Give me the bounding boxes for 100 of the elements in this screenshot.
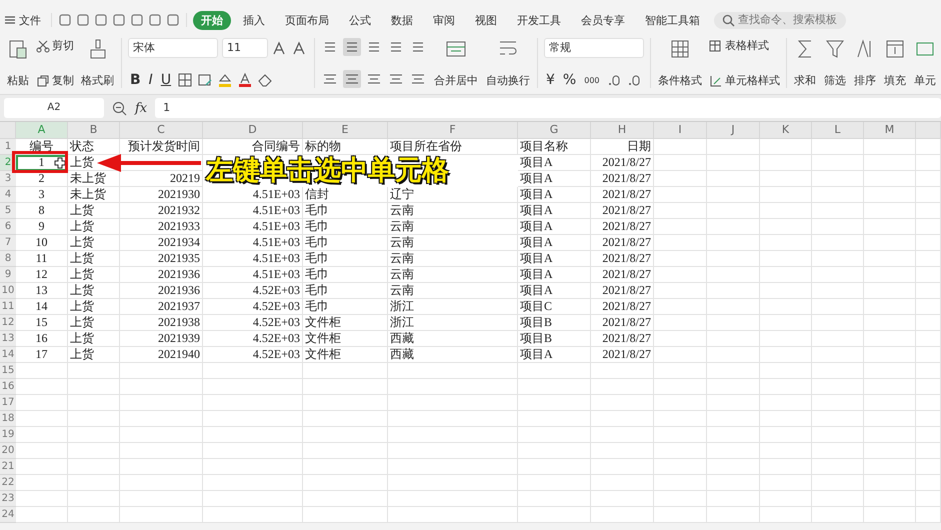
table-cell: [760, 347, 812, 363]
column-header[interactable]: H: [591, 122, 654, 139]
quick-access-icon[interactable]: [76, 13, 90, 27]
row-header[interactable]: 1: [0, 139, 16, 155]
quick-access-icon[interactable]: [112, 13, 126, 27]
column-header[interactable]: F: [388, 122, 518, 139]
table-cell: [864, 283, 916, 299]
row-header[interactable]: 6: [0, 219, 16, 235]
ribbon-tool-button[interactable]: 单元: [913, 38, 937, 88]
row-header[interactable]: 4: [0, 187, 16, 203]
column-header[interactable]: E: [303, 122, 388, 139]
ribbon-tool-button[interactable]: 填充: [883, 38, 907, 88]
search-field[interactable]: 查找命令、搜索模板: [714, 12, 846, 28]
wrap-text-button[interactable]: 自动换行: [485, 38, 531, 88]
underline-button[interactable]: U: [158, 72, 174, 88]
row-header[interactable]: 23: [0, 491, 16, 507]
cut-button[interactable]: 剪切: [36, 38, 74, 53]
paste-button[interactable]: 粘贴: [6, 38, 30, 88]
row-header[interactable]: 12: [0, 315, 16, 331]
file-menu-button[interactable]: 文件: [0, 12, 45, 28]
row-header[interactable]: 5: [0, 203, 16, 219]
function-button[interactable]: fx: [135, 100, 148, 116]
quick-access-icon[interactable]: [148, 13, 162, 27]
row-header[interactable]: 8: [0, 251, 16, 267]
column-header[interactable]: D: [203, 122, 303, 139]
row-header[interactable]: 21: [0, 459, 16, 475]
row-header[interactable]: 16: [0, 379, 16, 395]
row-header[interactable]: 15: [0, 363, 16, 379]
font-color-icon[interactable]: [237, 72, 254, 88]
ribbon-tab[interactable]: 开始: [193, 10, 231, 30]
zoom-icon[interactable]: [112, 100, 127, 116]
row-header[interactable]: 3: [0, 171, 16, 187]
column-header[interactable]: C: [120, 122, 203, 139]
table-cell: [707, 299, 760, 315]
cell-shading-icon[interactable]: [197, 72, 214, 88]
ribbon-tab[interactable]: 会员专享: [573, 10, 633, 30]
ribbon-tab[interactable]: 审阅: [425, 10, 463, 30]
font-size-select[interactable]: 11: [222, 38, 268, 58]
table-cell: 项目C: [518, 299, 591, 315]
quick-access-icon[interactable]: [130, 13, 144, 27]
column-header[interactable]: A: [16, 122, 68, 139]
column-header[interactable]: I: [654, 122, 707, 139]
column-header[interactable]: K: [760, 122, 812, 139]
ribbon-tab[interactable]: 插入: [235, 10, 273, 30]
table-cell: [916, 155, 941, 171]
row-header[interactable]: 17: [0, 395, 16, 411]
currency-button[interactable]: ¥: [544, 72, 557, 88]
row-header[interactable]: 10: [0, 283, 16, 299]
border-icon[interactable]: [177, 72, 194, 88]
table-cell: [864, 251, 916, 267]
row-header[interactable]: 11: [0, 299, 16, 315]
bold-button[interactable]: B: [128, 72, 143, 88]
row-header[interactable]: 7: [0, 235, 16, 251]
column-header[interactable]: B: [68, 122, 120, 139]
row-header[interactable]: 24: [0, 507, 16, 523]
table-style-button[interactable]: 表格样式: [709, 38, 780, 53]
ribbon-tool-button[interactable]: 筛选: [823, 38, 847, 88]
conditional-format-button[interactable]: 条件格式: [657, 38, 703, 88]
merge-center-button[interactable]: 合并居中: [433, 38, 479, 88]
column-header[interactable]: M: [864, 122, 916, 139]
table-cell: [654, 187, 707, 203]
align-icon[interactable]: [343, 70, 361, 88]
font-select[interactable]: 宋体: [128, 38, 218, 58]
row-header[interactable]: 22: [0, 475, 16, 491]
row-header[interactable]: 14: [0, 347, 16, 363]
row-header[interactable]: 9: [0, 267, 16, 283]
column-header[interactable]: G: [518, 122, 591, 139]
table-cell: [16, 475, 68, 491]
column-header[interactable]: J: [707, 122, 760, 139]
table-cell: [864, 491, 916, 507]
name-box[interactable]: A2: [4, 98, 104, 118]
ribbon-tab[interactable]: 公式: [341, 10, 379, 30]
percent-button[interactable]: %: [560, 72, 578, 88]
format-painter-button[interactable]: 格式刷: [80, 38, 115, 88]
column-header[interactable]: L: [812, 122, 864, 139]
number-format-select[interactable]: 常规: [544, 38, 644, 58]
ribbon-tab[interactable]: 视图: [467, 10, 505, 30]
row-header[interactable]: 13: [0, 331, 16, 347]
thousands-button[interactable]: 000: [582, 76, 602, 84]
cell-style-button[interactable]: 单元格样式: [709, 73, 780, 88]
row-header[interactable]: 19: [0, 427, 16, 443]
eraser-icon[interactable]: [257, 72, 274, 88]
table-cell: [760, 331, 812, 347]
ribbon-tab[interactable]: 智能工具箱: [637, 10, 708, 30]
quick-access-icon[interactable]: [94, 13, 108, 27]
fill-color-icon[interactable]: [217, 72, 234, 88]
ribbon-tab[interactable]: 开发工具: [509, 10, 569, 30]
row-header[interactable]: 18: [0, 411, 16, 427]
ribbon-tab[interactable]: 数据: [383, 10, 421, 30]
ribbon-tool-button[interactable]: 求和: [793, 38, 817, 88]
quick-access-icon[interactable]: [58, 13, 72, 27]
italic-button[interactable]: I: [146, 72, 155, 88]
ribbon-tool-button[interactable]: 排序: [853, 38, 877, 88]
row-header[interactable]: 20: [0, 443, 16, 459]
quick-access-icon[interactable]: [166, 13, 180, 27]
align-icon[interactable]: [343, 38, 361, 56]
ribbon-tab[interactable]: 页面布局: [277, 10, 337, 30]
formula-input[interactable]: 1: [155, 98, 941, 118]
table-cell: 17: [16, 347, 68, 363]
copy-button[interactable]: 复制: [36, 73, 74, 88]
